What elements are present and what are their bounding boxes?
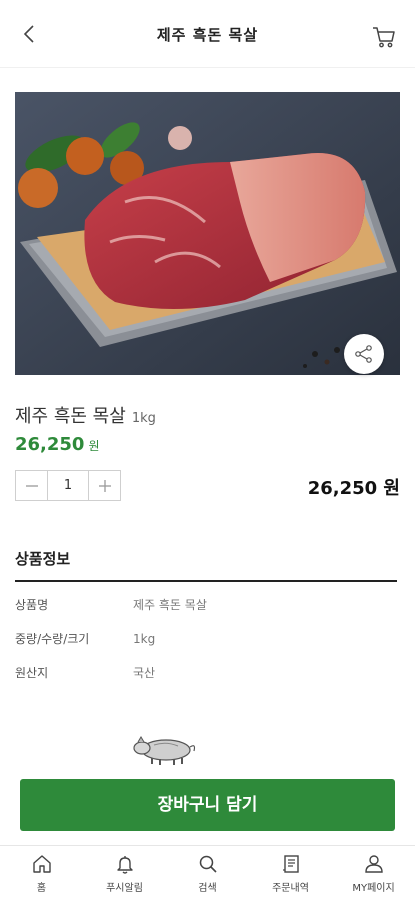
share-icon: [355, 345, 372, 363]
tab-search[interactable]: 검색: [166, 846, 249, 900]
app-header: 제주 흑돈 목살: [0, 0, 415, 68]
info-row: 중량/수량/크기 1kg: [15, 630, 397, 647]
tab-label: 홈: [36, 883, 47, 894]
plus-icon: [98, 479, 111, 492]
product-price: 26,250 원: [15, 434, 100, 455]
product-price-currency: 원: [88, 439, 100, 453]
info-section-title: 상품정보: [15, 550, 71, 568]
info-value: 제주 흑돈 목살: [133, 598, 207, 612]
info-label: 중량/수량/크기: [15, 632, 90, 646]
info-row: 상품명 제주 흑돈 목살: [15, 596, 397, 613]
tab-label: 검색: [198, 883, 217, 894]
minus-icon: [25, 484, 38, 487]
increase-button[interactable]: [89, 471, 120, 500]
info-row: 원산지 국산: [15, 664, 397, 681]
product-image: [15, 92, 400, 375]
tab-label: 푸시알림: [106, 883, 143, 894]
tab-home[interactable]: 홈: [0, 846, 83, 900]
info-value: 1kg: [133, 632, 156, 646]
info-label: 상품명: [15, 598, 49, 612]
quantity-value[interactable]: 1: [47, 471, 89, 500]
decrease-button[interactable]: [16, 471, 47, 500]
product-unit: 1kg: [131, 411, 156, 426]
tab-label: 주문내역: [272, 883, 309, 894]
bottom-tab-bar: 홈 푸시알림 검색 주문내역 MY페이지: [0, 845, 415, 900]
product-price-value: 26,250: [15, 434, 85, 455]
total-price: 26,250 원: [307, 478, 400, 499]
pig-icon: [133, 736, 196, 765]
page-title: 제주 흑돈 목살: [156, 26, 259, 44]
tab-label: MY페이지: [352, 883, 395, 894]
quantity-stepper: 1: [15, 470, 121, 501]
search-icon: [199, 855, 217, 873]
cart-icon[interactable]: [371, 24, 397, 50]
product-name: 제주 흑돈 목살 1kg: [15, 402, 156, 428]
product-name-text: 제주 흑돈 목살: [15, 406, 126, 427]
info-divider: [15, 580, 397, 582]
info-value: 국산: [133, 666, 156, 680]
tab-mypage[interactable]: MY페이지: [332, 846, 415, 900]
receipt-icon: [282, 855, 299, 873]
info-label: 원산지: [15, 666, 49, 680]
tab-orders[interactable]: 주문내역: [249, 846, 332, 900]
add-to-cart-button[interactable]: 장바구니 담기: [20, 779, 395, 831]
user-icon: [364, 855, 383, 873]
tab-push[interactable]: 푸시알림: [83, 846, 166, 900]
share-button[interactable]: [344, 334, 384, 374]
bell-icon: [116, 856, 133, 874]
home-icon: [32, 855, 51, 873]
